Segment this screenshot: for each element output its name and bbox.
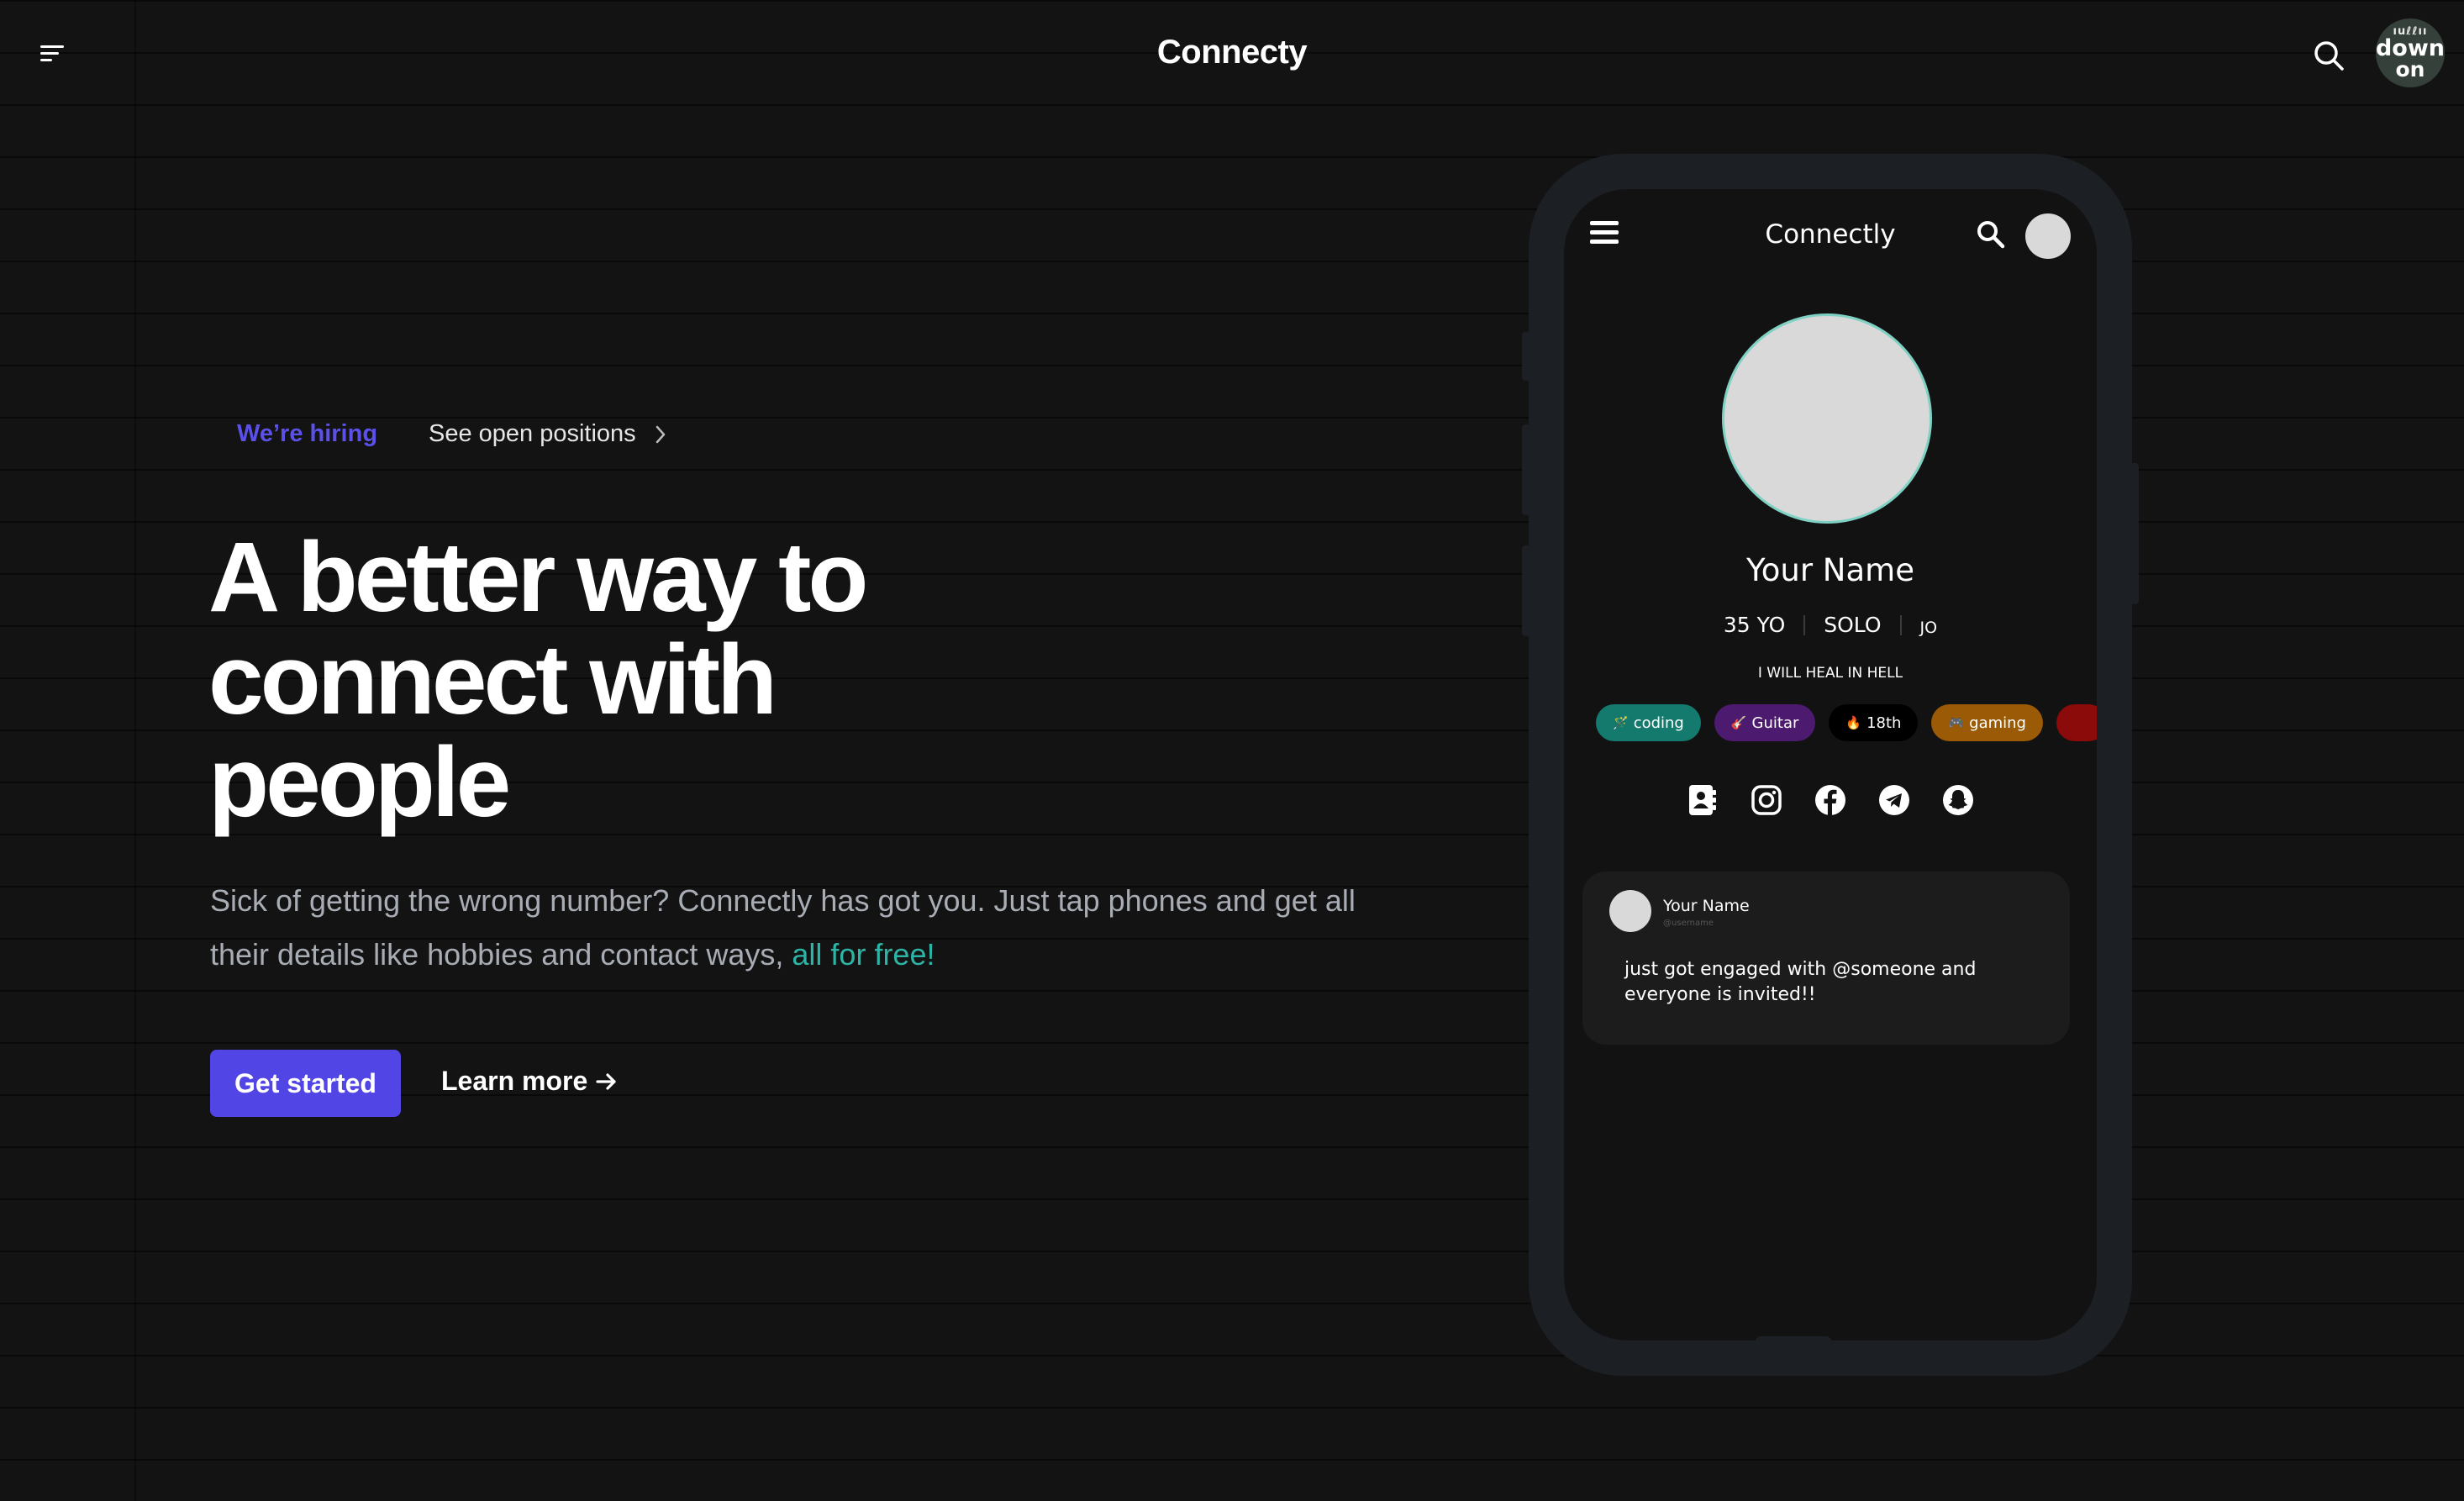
learn-more-label: Learn more [441, 1066, 588, 1096]
phone-avatar[interactable] [2025, 213, 2071, 259]
phone-app-title: Connectly [1765, 219, 1896, 250]
landing-page: Connecty ıuℓℓıı down on We’re hiring See… [0, 0, 2464, 1501]
hero-description-highlight: all for free! [792, 937, 935, 972]
post-avatar [1609, 890, 1651, 932]
headline-line-3: people [208, 727, 511, 838]
tag-label: coding [1633, 714, 1684, 732]
phone-power-button [2130, 463, 2139, 604]
avatar-text-line-3: on [2395, 57, 2425, 82]
profile-stats: 35 YO SOLO JO [1564, 613, 2097, 637]
phone-mockup: Connectly Your Name 35 YO SOLO JO I WILL… [1522, 154, 2139, 1376]
get-started-button[interactable]: Get started [210, 1050, 401, 1117]
tag-icon: 🔥 [1845, 715, 1862, 730]
hero-description-text: Sick of getting the wrong number? Connec… [210, 883, 1356, 972]
profile-age: 35 YO [1723, 613, 1786, 637]
profile-name: Your Name [1746, 552, 1914, 588]
profile-initials: JO [1919, 618, 1938, 637]
hero-headline: A better way to connect with people [208, 526, 1049, 834]
snapchat-icon[interactable] [1940, 782, 1976, 818]
tag-label: Guitar [1751, 714, 1799, 732]
phone-bottom-notch [1756, 1336, 1831, 1346]
hiring-link[interactable]: We’re hiring [237, 420, 377, 448]
post-card[interactable]: Your Name @username just got engaged wit… [1582, 872, 2070, 1045]
profile-picture [1722, 313, 1932, 524]
brand-title: Connecty [1156, 34, 1308, 71]
avatar-text-line-1: ıuℓℓıı [2393, 25, 2428, 38]
tag-overflow[interactable] [2056, 704, 2097, 741]
learn-more-link[interactable]: Learn more [441, 1066, 618, 1097]
open-positions-label: See open positions [429, 420, 636, 447]
tag-guitar[interactable]: 🎸 Guitar [1714, 704, 1816, 741]
phone-side-button [1522, 332, 1530, 381]
headline-line-1: A better way to [208, 522, 868, 633]
tag-gaming[interactable]: 🎮 gaming [1931, 704, 2043, 741]
phone-volume-down-button [1522, 545, 1530, 636]
facebook-icon[interactable] [1813, 782, 1848, 818]
phone-screen: Connectly Your Name 35 YO SOLO JO I WILL… [1564, 189, 2097, 1340]
telegram-icon[interactable] [1877, 782, 1912, 818]
tag-18th[interactable]: 🔥 18th [1829, 704, 1919, 741]
hero-description: Sick of getting the wrong number? Connec… [210, 874, 1387, 982]
post-author-name: Your Name [1663, 897, 1750, 915]
post-author-username: @username [1663, 919, 1714, 928]
phone-volume-up-button [1522, 424, 1530, 515]
arrow-right-icon [596, 1072, 616, 1090]
post-text: just got engaged with @someone and every… [1624, 959, 1977, 1005]
profile-bio: I WILL HEAL IN HELL [1757, 665, 1903, 682]
tag-label: 18th [1866, 714, 1902, 732]
tag-label: gaming [1969, 714, 2026, 732]
profile-status: SOLO [1824, 613, 1882, 637]
phone-search-icon[interactable] [1976, 219, 2006, 250]
tag-icon: 🎮 [1948, 715, 1965, 730]
headline-line-2: connect with [208, 624, 777, 735]
contact-card-icon[interactable] [1685, 782, 1720, 818]
chevron-right-icon [655, 425, 665, 443]
tag-icon: 🪄 [1613, 715, 1629, 730]
tag-icon: 🎸 [1730, 715, 1747, 730]
open-positions-link[interactable]: See open positions [429, 420, 666, 448]
user-avatar[interactable]: ıuℓℓıı down on [2376, 18, 2445, 87]
interest-tags: 🪄 coding 🎸 Guitar 🔥 18th 🎮 gaming [1596, 704, 2097, 743]
instagram-icon[interactable] [1749, 782, 1784, 818]
tag-coding[interactable]: 🪄 coding [1596, 704, 1701, 741]
search-icon[interactable] [2312, 39, 2346, 72]
social-links [1564, 782, 2097, 818]
